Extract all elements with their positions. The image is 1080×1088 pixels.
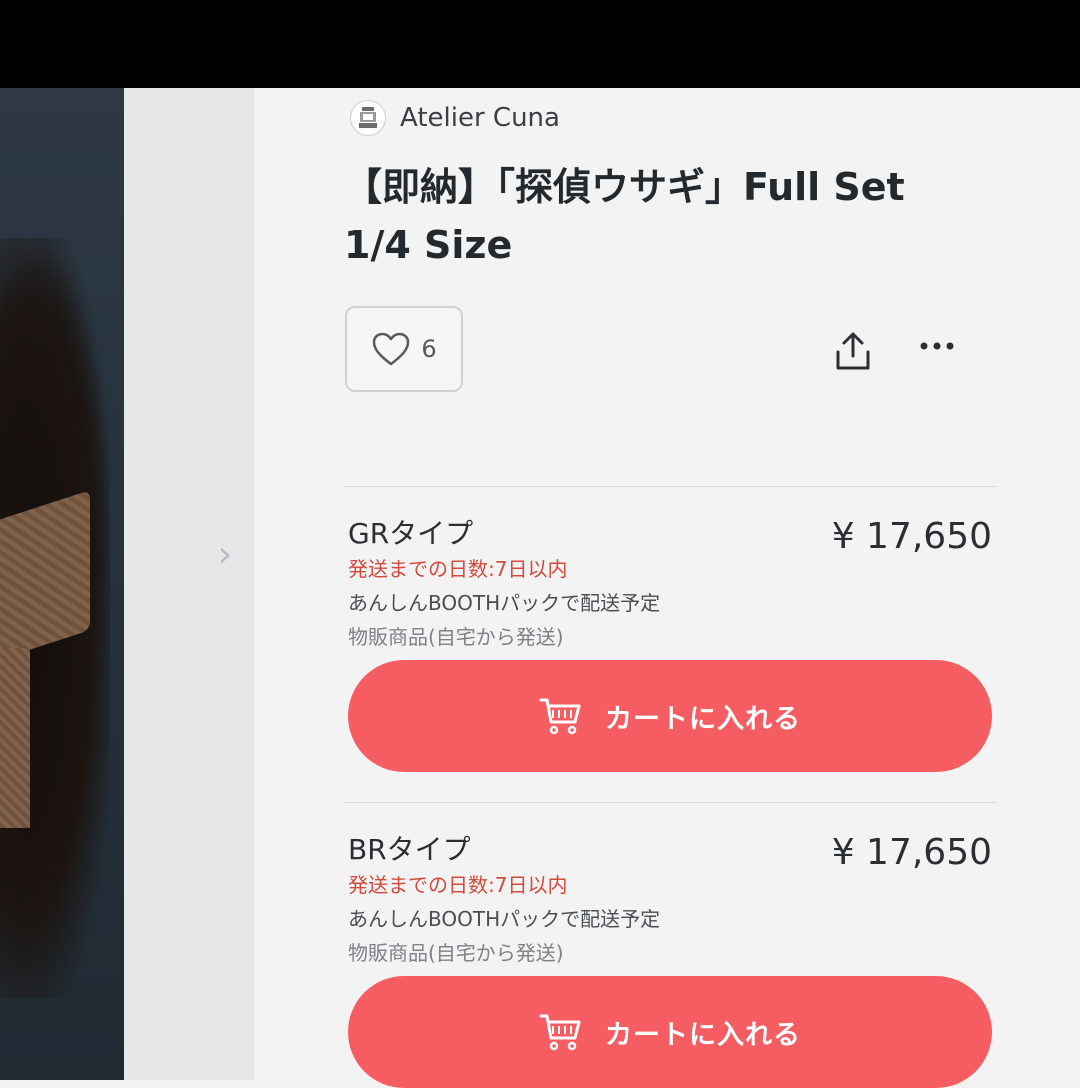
like-button[interactable]: 6 <box>345 306 463 392</box>
shop-logo-icon <box>350 100 386 136</box>
ship-days-note: 発送までの日数:7日以内 <box>348 557 568 581</box>
product-title: 【即納】「探偵ウサギ」Full Set 1/4 Size <box>344 158 1024 274</box>
divider <box>345 802 997 803</box>
more-button[interactable] <box>914 326 960 366</box>
more-icon <box>920 342 954 350</box>
add-to-cart-button[interactable]: カートに入れる <box>348 976 992 1088</box>
chevron-right-icon[interactable]: › <box>210 535 240 575</box>
add-to-cart-button[interactable]: カートに入れる <box>348 660 992 772</box>
share-icon <box>836 332 870 370</box>
product-photo[interactable] <box>0 88 124 1080</box>
variant-price: ¥ 17,650 <box>831 516 992 557</box>
variant-name: BRタイプ <box>348 833 471 866</box>
shipping-method-note: あんしんBOOTHパックで配送予定 <box>348 591 661 615</box>
shipping-method-note: あんしんBOOTHパックで配送予定 <box>348 907 661 931</box>
like-count: 6 <box>421 335 437 363</box>
variant-price: ¥ 17,650 <box>831 832 992 873</box>
shop-link[interactable]: Atelier Cuna <box>350 96 560 140</box>
product-type-note: 物販商品(自宅から発送) <box>348 625 564 649</box>
divider <box>345 486 997 487</box>
cart-icon <box>539 698 581 735</box>
top-black-bar <box>0 0 1080 88</box>
add-to-cart-label: カートに入れる <box>605 703 801 735</box>
product-title-line-2: 1/4 Size <box>344 223 513 267</box>
shop-name: Atelier Cuna <box>400 103 560 133</box>
variant-name: GRタイプ <box>348 517 474 550</box>
photo-bow-ribbon <box>0 648 30 828</box>
cart-icon <box>539 1014 581 1051</box>
heart-icon <box>373 332 410 366</box>
product-type-note: 物販商品(自宅から発送) <box>348 941 564 965</box>
share-button[interactable] <box>830 328 876 374</box>
gallery-strip <box>124 88 254 1080</box>
ship-days-note: 発送までの日数:7日以内 <box>348 873 568 897</box>
product-title-line-1: 【即納】「探偵ウサギ」Full Set <box>344 165 905 209</box>
add-to-cart-label: カートに入れる <box>605 1019 801 1051</box>
